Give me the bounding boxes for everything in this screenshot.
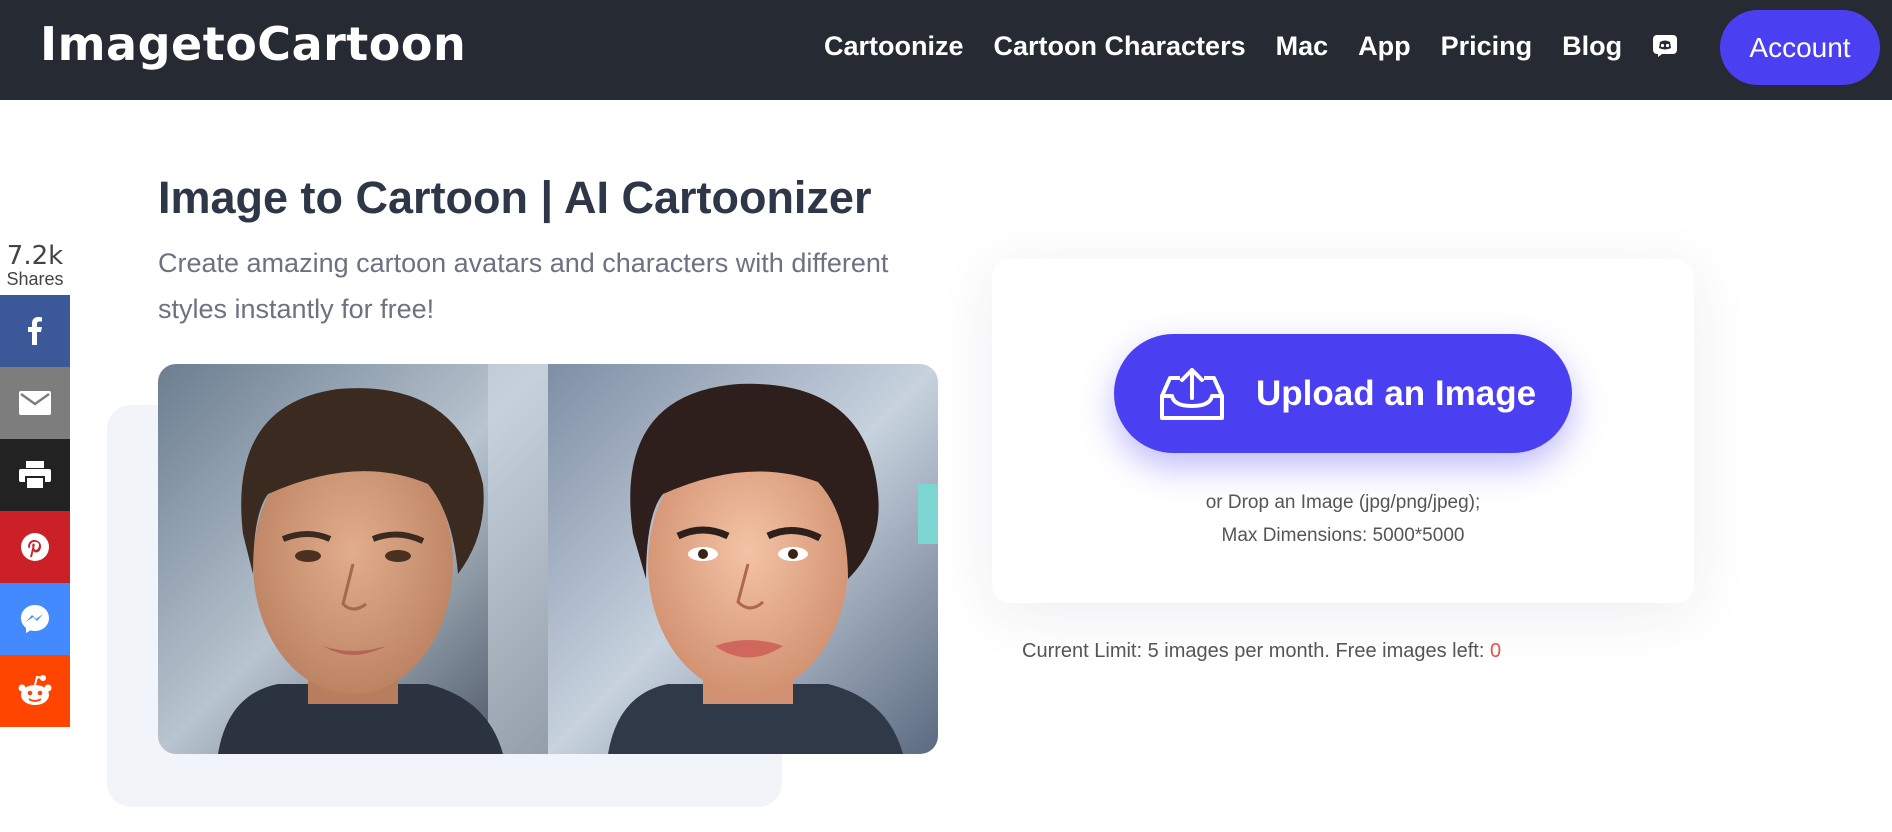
- account-button[interactable]: Account: [1720, 10, 1880, 85]
- nav-app[interactable]: App: [1358, 31, 1410, 62]
- reddit-icon: [18, 675, 52, 705]
- main-nav: Cartoonize Cartoon Characters Mac App Pr…: [824, 0, 1678, 92]
- email-share-button[interactable]: [0, 367, 70, 439]
- drop-line-formats: or Drop an Image (jpg/png/jpeg);: [1205, 492, 1481, 513]
- reddit-share-button[interactable]: [0, 655, 70, 727]
- messenger-icon: [21, 605, 49, 633]
- top-navbar: ImagetoCartoon Cartoonize Cartoon Charac…: [0, 0, 1892, 100]
- usage-limit: Current Limit: 5 images per month. Free …: [1022, 640, 1501, 663]
- facebook-icon: [28, 317, 42, 345]
- print-icon: [19, 461, 51, 489]
- nav-cartoonize[interactable]: Cartoonize: [824, 31, 964, 62]
- nav-cartoon-characters[interactable]: Cartoon Characters: [994, 31, 1246, 62]
- before-after-image: [158, 364, 938, 754]
- pinterest-share-button[interactable]: [0, 511, 70, 583]
- nav-mac[interactable]: Mac: [1276, 31, 1329, 62]
- nav-pricing[interactable]: Pricing: [1441, 31, 1533, 62]
- site-logo[interactable]: ImagetoCartoon: [40, 16, 466, 72]
- usage-limit-text: Current Limit: 5 images per month. Free …: [1022, 640, 1490, 662]
- drop-instructions: or Drop an Image (jpg/png/jpeg); Max Dim…: [992, 486, 1694, 552]
- free-images-left: 0: [1489, 640, 1502, 662]
- share-label: Shares: [6, 269, 64, 289]
- pinterest-icon: [21, 533, 49, 561]
- upload-button-label: Upload an Image: [1256, 373, 1537, 413]
- email-icon: [19, 391, 51, 415]
- discord-icon[interactable]: [1652, 33, 1678, 59]
- print-share-button[interactable]: [0, 439, 70, 511]
- page-title: Image to Cartoon | AI Cartoonizer: [158, 172, 872, 223]
- drop-line-dimensions: Max Dimensions: 5000*5000: [1221, 525, 1465, 546]
- share-counter: 7.2k Shares: [0, 242, 70, 288]
- upload-image-button[interactable]: Upload an Image: [1114, 334, 1572, 453]
- share-count: 7.2k: [6, 241, 64, 271]
- facebook-share-button[interactable]: [0, 295, 70, 367]
- upload-inbox-icon: [1160, 367, 1224, 420]
- messenger-share-button[interactable]: [0, 583, 70, 655]
- page-subtitle: Create amazing cartoon avatars and chara…: [158, 248, 889, 324]
- nav-blog[interactable]: Blog: [1562, 31, 1622, 62]
